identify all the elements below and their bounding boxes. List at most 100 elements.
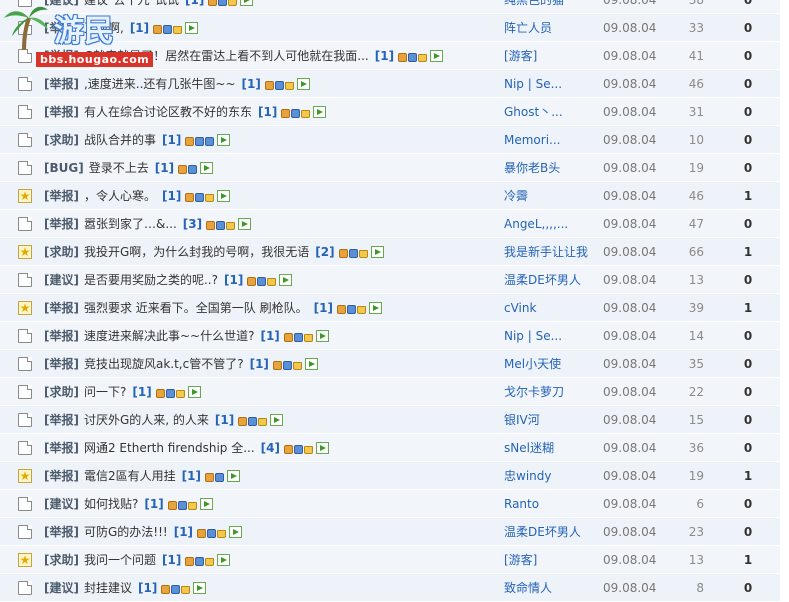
- page-count-link[interactable]: [1]: [185, 0, 204, 7]
- go-to-last-post-icon[interactable]: [217, 554, 231, 566]
- thread-subject-link[interactable]: 速度进来解决此事~~什么世道?: [84, 329, 254, 343]
- go-to-last-post-icon[interactable]: [187, 386, 201, 398]
- thread-subject-link[interactable]: 是否要用奖励之类的呢..?: [84, 273, 218, 287]
- author-link[interactable]: 忠windy: [504, 468, 551, 484]
- page-count-link[interactable]: [1]: [138, 581, 157, 595]
- go-to-last-post-icon[interactable]: [226, 470, 240, 482]
- page-count-link[interactable]: [1]: [132, 385, 151, 399]
- go-to-last-post-icon[interactable]: [193, 582, 207, 594]
- author-link[interactable]: 温柔DE坏男人: [504, 272, 581, 288]
- page-count-link[interactable]: [1]: [242, 77, 261, 91]
- author-link[interactable]: [游客]: [504, 552, 537, 568]
- author-link[interactable]: sNel迷糊: [504, 440, 554, 456]
- thread-category[interactable]: [求助]: [44, 133, 79, 147]
- thread-subject-link[interactable]: 竞技出现旋风ak.t,c管不管了?: [84, 357, 244, 371]
- thread-category[interactable]: [举报]: [44, 105, 79, 119]
- thread-subject-link[interactable]: 有人在综合讨论区教不好的东东: [84, 105, 252, 119]
- go-to-last-post-icon[interactable]: [304, 358, 318, 370]
- go-to-last-post-icon[interactable]: [296, 78, 310, 90]
- page-count-link[interactable]: [1]: [174, 525, 193, 539]
- thread-category[interactable]: [举报]: [44, 301, 79, 315]
- author-link[interactable]: AngeL,,,,...: [504, 216, 568, 232]
- page-count-link[interactable]: [1]: [260, 329, 279, 343]
- go-to-last-post-icon[interactable]: [279, 274, 293, 286]
- author-link[interactable]: 纯黑色的猫: [504, 0, 564, 8]
- thread-category[interactable]: [建议]: [44, 273, 79, 287]
- thread-subject-link[interactable]: 讨厌外G的人来, 的人来: [84, 413, 209, 427]
- thread-category[interactable]: [求助]: [44, 553, 79, 567]
- page-count-link[interactable]: [1]: [182, 469, 201, 483]
- page-count-link[interactable]: [4]: [261, 441, 280, 455]
- author-link[interactable]: [游客]: [504, 48, 537, 64]
- go-to-last-post-icon[interactable]: [229, 526, 243, 538]
- thread-subject-link[interactable]: 封挂建议: [84, 581, 132, 595]
- go-to-last-post-icon[interactable]: [270, 414, 284, 426]
- page-count-link[interactable]: [2]: [315, 245, 334, 259]
- thread-category[interactable]: [举报]: [44, 441, 79, 455]
- author-link[interactable]: 阵亡人员: [504, 20, 552, 36]
- page-count-link[interactable]: [1]: [144, 497, 163, 511]
- thread-category[interactable]: [举报]: [44, 217, 79, 231]
- author-link[interactable]: Memori...: [504, 132, 560, 148]
- author-link[interactable]: Ghost丶...: [504, 104, 563, 120]
- thread-subject-link[interactable]: 嚣张到家了…&...: [84, 217, 177, 231]
- thread-category[interactable]: [建议]: [44, 497, 79, 511]
- go-to-last-post-icon[interactable]: [316, 442, 329, 454]
- page-count-link[interactable]: [1]: [162, 553, 181, 567]
- thread-subject-link[interactable]: ，令人心寒。: [84, 189, 156, 203]
- page-count-link[interactable]: [1]: [375, 49, 394, 63]
- go-to-last-post-icon[interactable]: [370, 246, 384, 258]
- go-to-last-post-icon[interactable]: [315, 330, 329, 342]
- page-count-link[interactable]: [1]: [258, 105, 277, 119]
- thread-category[interactable]: [举报]: [44, 469, 79, 483]
- author-link[interactable]: 银IV河: [504, 412, 540, 428]
- go-to-last-post-icon[interactable]: [217, 190, 231, 202]
- go-to-last-post-icon[interactable]: [217, 134, 231, 146]
- page-count-link[interactable]: [1]: [162, 133, 181, 147]
- thread-subject-link[interactable]: 我投开G啊，为什么封我的号啊，我很无语: [84, 245, 309, 259]
- thread-subject-link[interactable]: 可防G的办法!!!: [84, 525, 168, 539]
- thread-category[interactable]: [求助]: [44, 385, 79, 399]
- go-to-last-post-icon[interactable]: [200, 162, 214, 174]
- thread-category[interactable]: [举报]: [44, 525, 79, 539]
- thread-subject-link[interactable]: ,速度进来..还有几张牛图~~: [84, 77, 236, 91]
- page-count-link[interactable]: [1]: [215, 413, 234, 427]
- go-to-last-post-icon[interactable]: [368, 302, 382, 314]
- page-count-link[interactable]: [1]: [224, 273, 243, 287]
- go-to-last-post-icon[interactable]: [199, 498, 213, 510]
- author-link[interactable]: 戈尔卡萝刀: [504, 384, 564, 400]
- author-link[interactable]: 温柔DE坏男人: [504, 524, 581, 540]
- page-count-link[interactable]: [1]: [250, 357, 269, 371]
- go-to-last-post-icon[interactable]: [313, 106, 327, 118]
- thread-category[interactable]: [举报]: [44, 329, 79, 343]
- author-link[interactable]: 致命情人: [504, 580, 552, 596]
- thread-subject-link[interactable]: 问一下?: [84, 385, 126, 399]
- go-to-last-post-icon[interactable]: [430, 50, 444, 62]
- thread-subject-link[interactable]: 我问一个问题: [84, 553, 156, 567]
- author-link[interactable]: 我是新手让让我: [504, 244, 588, 260]
- thread-category[interactable]: [BUG]: [44, 161, 84, 175]
- thread-subject-link[interactable]: 電信2區有人用挂: [84, 469, 176, 483]
- thread-subject-link[interactable]: 强烈要求 近来看下。全国第一队 刷枪队。: [84, 301, 308, 315]
- thread-subject-link[interactable]: 战队合并的事: [84, 133, 156, 147]
- author-link[interactable]: Mel小天使: [504, 356, 561, 372]
- page-count-link[interactable]: [1]: [314, 301, 333, 315]
- thread-category[interactable]: [举报]: [44, 357, 79, 371]
- author-link[interactable]: 冷霽: [504, 188, 528, 204]
- thread-category[interactable]: [求助]: [44, 245, 79, 259]
- thread-category[interactable]: [举报]: [44, 413, 79, 427]
- page-count-link[interactable]: [3]: [183, 217, 202, 231]
- thread-subject-link[interactable]: 登录不上去: [89, 161, 149, 175]
- thread-category[interactable]: [建议]: [44, 581, 79, 595]
- thread-category[interactable]: [举报]: [44, 189, 79, 203]
- go-to-last-post-icon[interactable]: [240, 0, 254, 6]
- author-link[interactable]: Nip | Se...: [504, 328, 562, 344]
- thread-subject-link[interactable]: 如何找贴?: [84, 497, 138, 511]
- thread-subject-link[interactable]: 网通2 Etherth firendship 全...: [84, 441, 255, 455]
- go-to-last-post-icon[interactable]: [238, 218, 252, 230]
- author-link[interactable]: cVink: [504, 300, 536, 316]
- page-count-link[interactable]: [1]: [155, 161, 174, 175]
- author-link[interactable]: Ranto: [504, 496, 539, 512]
- author-link[interactable]: 暴你老B头: [504, 160, 560, 176]
- go-to-last-post-icon[interactable]: [185, 22, 199, 34]
